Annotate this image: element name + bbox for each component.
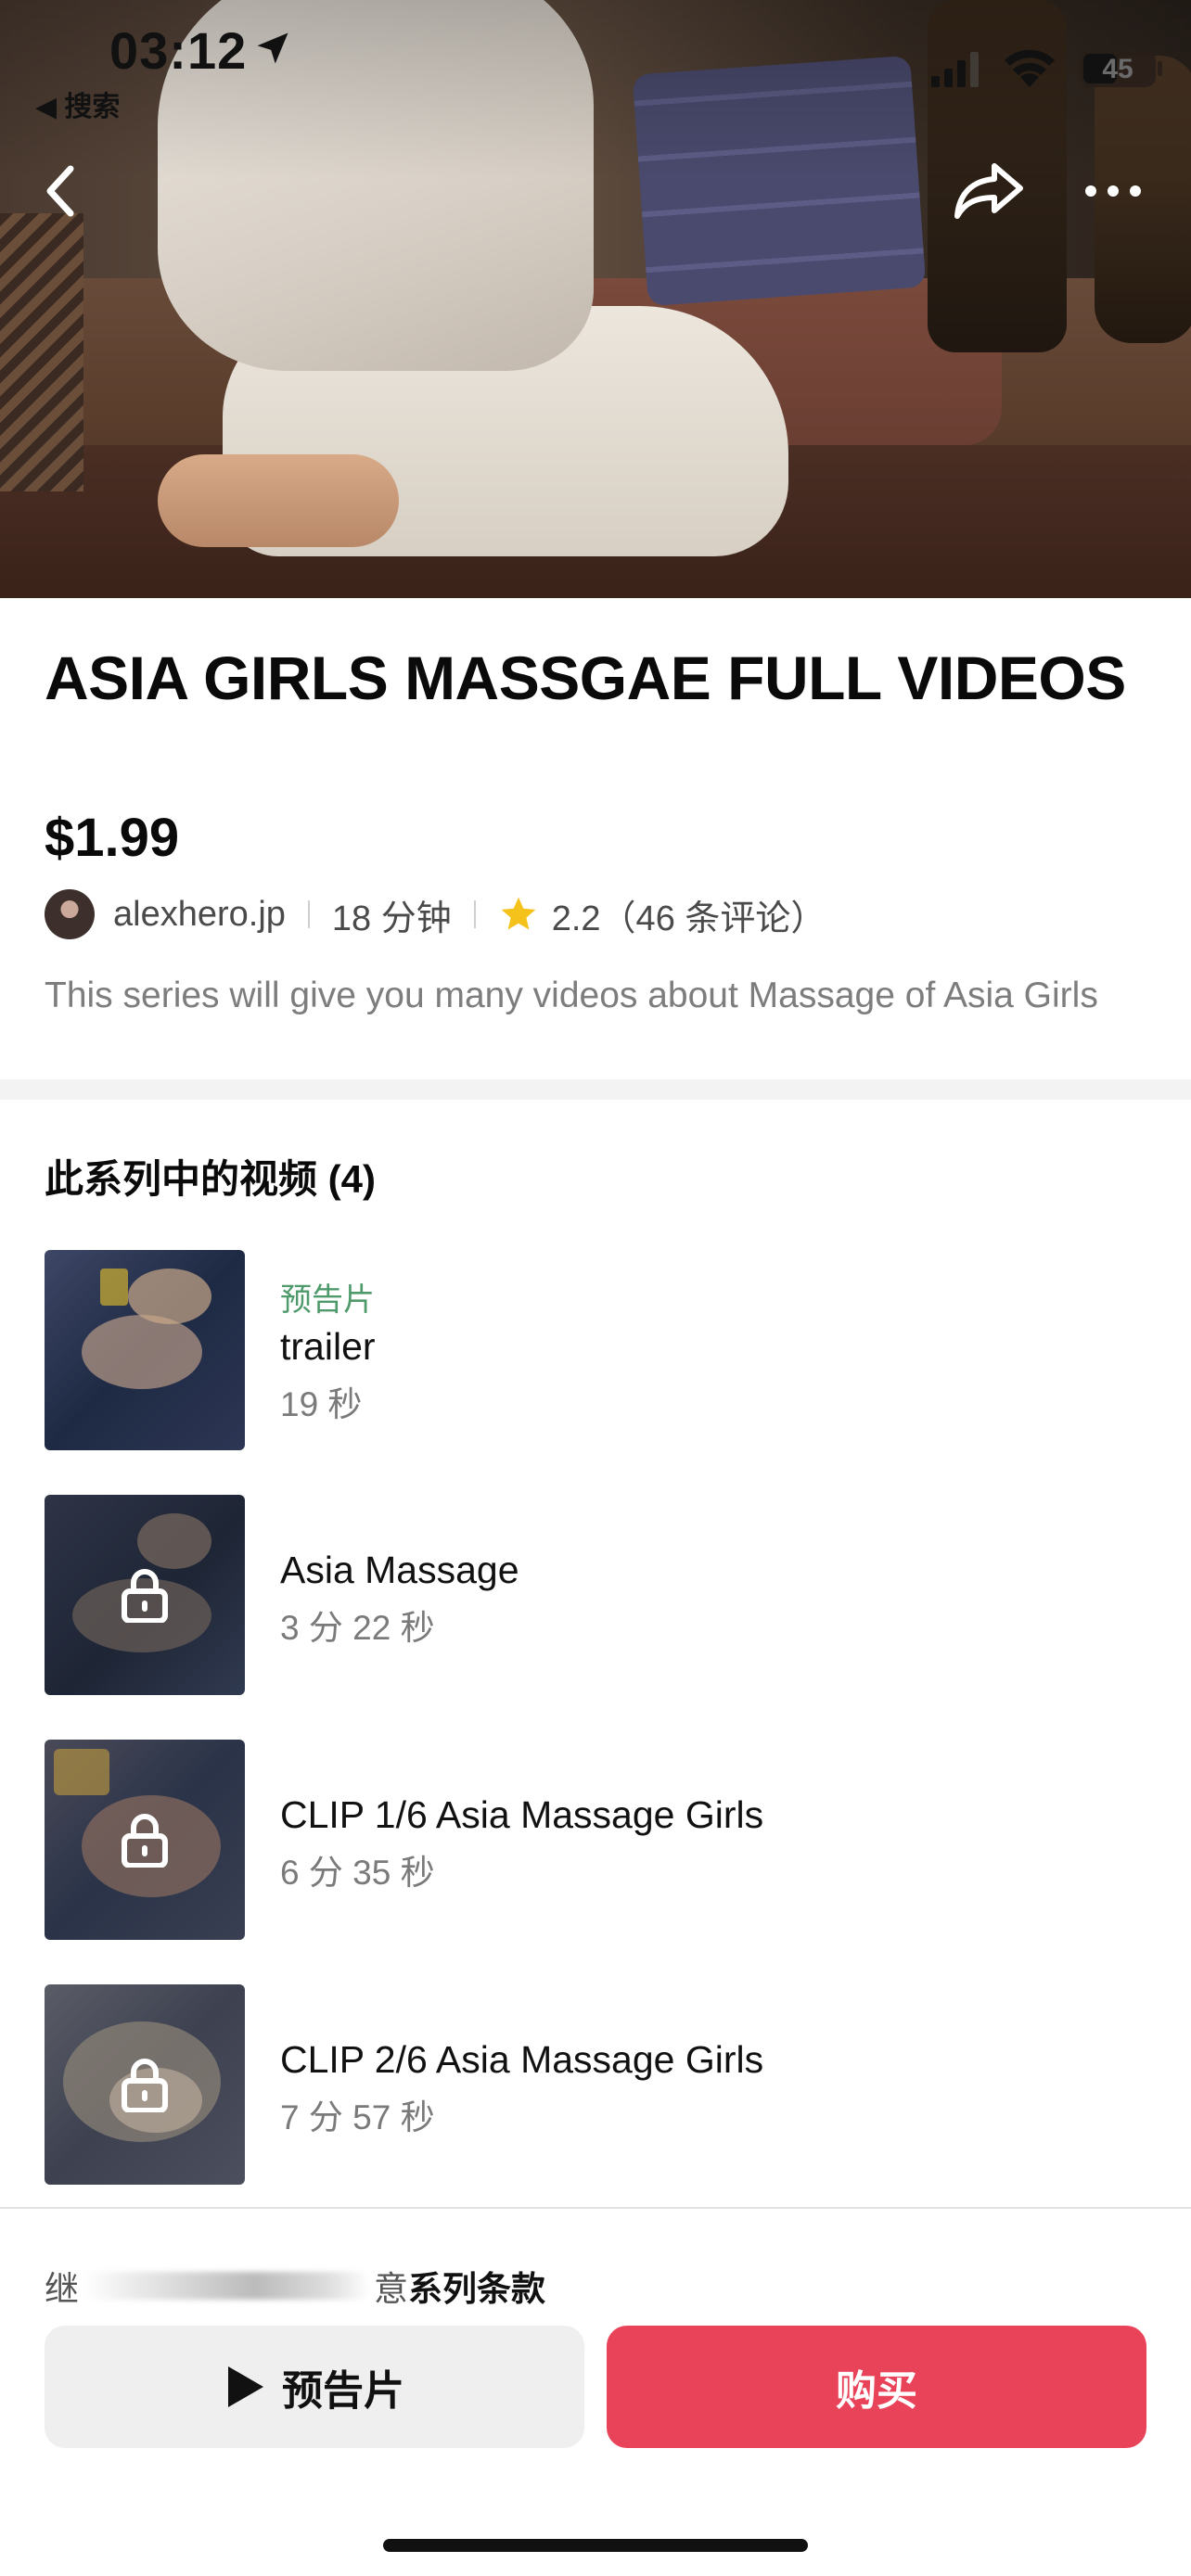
creator-name[interactable]: alexhero.jp: [113, 895, 286, 935]
battery-icon: 45: [1080, 50, 1156, 87]
location-arrow-icon: [257, 32, 288, 64]
more-options-button[interactable]: [1076, 154, 1150, 228]
status-time: 03:12: [109, 21, 248, 80]
wifi-icon: [1005, 49, 1055, 87]
video-thumbnail: [45, 1250, 245, 1450]
series-price: $1.99: [45, 808, 180, 868]
meta-separator: [307, 900, 310, 928]
lock-icon: [122, 1814, 168, 1868]
series-title: ASIA GIRLS MASSGAE FULL VIDEOS: [45, 644, 1126, 712]
section-divider: [0, 1079, 1191, 1100]
video-item[interactable]: CLIP 1/6 Asia Massage Girls 6 分 35 秒: [45, 1740, 1148, 1940]
play-trailer-button[interactable]: 预告片: [45, 2326, 584, 2448]
video-tag: 预告片: [280, 1282, 375, 1318]
series-rating[interactable]: 2.2（46 条评论）: [552, 889, 826, 940]
video-thumbnail: [45, 1740, 245, 1940]
video-title: CLIP 2/6 Asia Massage Girls: [280, 2038, 764, 2081]
video-thumbnail: [45, 1495, 245, 1695]
video-thumbnail: [45, 1984, 245, 2185]
terms-suffix: 意: [374, 2270, 408, 2308]
video-item-trailer[interactable]: 预告片 trailer 19 秒: [45, 1250, 1148, 1450]
buy-button[interactable]: 购买: [607, 2326, 1146, 2448]
play-trailer-label: 预告片: [282, 2368, 404, 2414]
series-meta: alexhero.jp 18 分钟 2.2（46 条评论）: [45, 888, 826, 940]
share-icon: [954, 163, 1023, 219]
video-title: CLIP 1/6 Asia Massage Girls: [280, 1793, 764, 1836]
video-duration: 7 分 57 秒: [280, 2098, 435, 2136]
back-button[interactable]: [24, 154, 98, 228]
play-icon: [228, 2366, 263, 2407]
terms-link[interactable]: 系列条款: [408, 2261, 545, 2311]
video-duration: 6 分 35 秒: [280, 1854, 435, 1892]
status-indicators: 45: [894, 37, 1191, 93]
lock-icon: [122, 1569, 168, 1623]
video-duration: 19 秒: [280, 1385, 363, 1423]
videos-section-title: 此系列中的视频 (4): [45, 1157, 377, 1201]
terms-prefix: 继: [45, 2270, 79, 2308]
more-icon: [1085, 185, 1141, 197]
signal-icon: [931, 52, 979, 87]
terms-redacted: [83, 2272, 370, 2300]
video-duration: 3 分 22 秒: [280, 1609, 435, 1647]
share-button[interactable]: [952, 154, 1026, 228]
lock-icon: [122, 2059, 168, 2112]
video-title: Asia Massage: [280, 1549, 519, 1591]
video-title: trailer: [280, 1325, 376, 1368]
creator-avatar[interactable]: [45, 889, 95, 939]
home-indicator[interactable]: [383, 2539, 808, 2552]
back-to-search-link[interactable]: ◀ 搜索: [35, 83, 120, 124]
meta-separator: [473, 900, 476, 928]
bottom-bar-divider: [0, 2207, 1191, 2209]
back-icon: [46, 165, 74, 217]
video-item[interactable]: CLIP 2/6 Asia Massage Girls 7 分 57 秒: [45, 1984, 1148, 2185]
video-item[interactable]: Asia Massage 3 分 22 秒: [45, 1495, 1148, 1695]
series-duration: 18 分钟: [331, 899, 452, 938]
buy-label: 购买: [836, 2368, 917, 2414]
terms-notice: 继 意 系列条款: [45, 2261, 545, 2311]
series-description: This series will give you many videos ab…: [45, 976, 1098, 1015]
star-icon: [501, 897, 536, 930]
